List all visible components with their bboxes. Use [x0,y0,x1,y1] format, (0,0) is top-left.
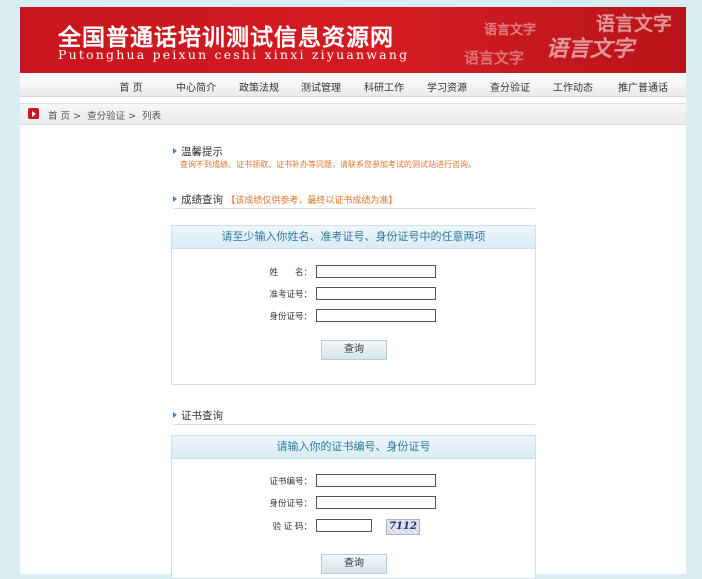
admission-no-label: 准考证号： [269,290,312,300]
breadcrumb-separator: > [128,111,137,122]
form-row-name: 姓 名： [172,265,535,279]
tip-text: 查询不到成绩、证书领取、证书补办等问题，请联系您参加考试的测试站进行咨询。 [180,160,476,169]
name-input[interactable] [316,265,436,278]
score-query-panel-title: 请至少输入你姓名、准考证号、身份证号中的任意两项 [172,226,535,249]
breadcrumb-separator: > [73,111,82,122]
breadcrumb-bar: 首 页 > 查分验证 > 列表 [20,103,686,125]
form-row-id-no: 身份证号： [172,496,535,510]
breadcrumb: 首 页 > 查分验证 > 列表 [48,108,164,122]
arrow-right-icon [28,108,39,119]
page: 全国普通话培训测试信息资源网 Putonghua peixun ceshi xi… [20,7,686,579]
main-content: 温馨提示 查询不到成绩、证书领取、证书补办等问题，请联系您参加考试的测试站进行咨… [20,125,686,579]
nav-item-test-management[interactable]: 测试管理 [296,79,346,94]
breadcrumb-current: 列表 [142,111,162,122]
banner-deco-text: 语言文字 [464,49,525,67]
form-row-cert-no: 证书编号： [172,474,535,488]
form-row-id-no: 身份证号： [172,309,535,323]
score-query-button[interactable]: 查询 [321,340,387,360]
site-banner: 全国普通话培训测试信息资源网 Putonghua peixun ceshi xi… [20,7,686,73]
divider [173,424,535,425]
cert-id-no-input[interactable] [316,496,436,509]
triangle-right-icon [173,412,177,418]
captcha-label: 验 证 码： [272,522,312,532]
cert-query-title: 证书查询 [181,410,223,422]
nav-item-policy[interactable]: 政策法规 [234,79,284,94]
triangle-right-icon [173,148,177,154]
id-no-label: 身份证号： [269,499,312,509]
nav-item-promote[interactable]: 推广普通话 [610,79,676,94]
cert-query-panel-title: 请输入你的证书编号、身份证号 [172,436,535,459]
breadcrumb-score-verify[interactable]: 查分验证 [87,111,125,122]
banner-deco-text: 语言文字 [484,23,537,38]
admission-no-input[interactable] [316,287,436,300]
name-label: 姓 名： [269,268,312,278]
site-subtitle: Putonghua peixun ceshi xinxi ziyuanwang [58,47,410,62]
cert-query-button[interactable]: 查询 [321,554,387,574]
form-row-captcha: 验 证 码： 7112 [172,519,535,535]
cert-no-input[interactable] [316,474,436,487]
banner-deco-text: 语言文字 [546,36,635,62]
id-no-label: 身份证号： [269,312,312,322]
divider [173,208,535,209]
nav-item-research[interactable]: 科研工作 [359,79,409,94]
main-nav: 首 页 中心简介 政策法规 测试管理 科研工作 学习资源 查分验证 工作动态 推… [20,74,686,97]
nav-item-resources[interactable]: 学习资源 [422,79,472,94]
nav-item-score-verify[interactable]: 查分验证 [485,79,535,94]
form-row-admission-no: 准考证号： [172,287,535,301]
captcha-image[interactable]: 7112 [386,519,420,535]
cert-no-label: 证书编号： [269,477,312,487]
score-query-heading: 成绩查询 【该成绩仅供参考，最终以证书成绩为准】 [173,192,397,207]
tip-title: 温馨提示 [181,146,223,158]
score-query-note: 【该成绩仅供参考，最终以证书成绩为准】 [226,196,398,206]
nav-item-home[interactable]: 首 页 [111,79,151,94]
score-query-title: 成绩查询 [181,194,223,206]
nav-item-about[interactable]: 中心简介 [171,79,221,94]
score-query-panel: 请至少输入你姓名、准考证号、身份证号中的任意两项 姓 名： 准考证号： 身份证号… [171,225,536,385]
captcha-input[interactable] [316,519,372,532]
tip-heading: 温馨提示 [173,144,223,159]
id-no-input[interactable] [316,309,436,322]
cert-query-heading: 证书查询 [173,408,223,423]
breadcrumb-home[interactable]: 首 页 [48,111,70,122]
triangle-right-icon [173,196,177,202]
nav-item-news[interactable]: 工作动态 [548,79,598,94]
banner-decoration: 语言文字 语言文字 语言文字 语言文字 [436,7,686,73]
cert-query-panel: 请输入你的证书编号、身份证号 证书编号： 身份证号： 验 证 码： 7112 查… [171,435,536,579]
